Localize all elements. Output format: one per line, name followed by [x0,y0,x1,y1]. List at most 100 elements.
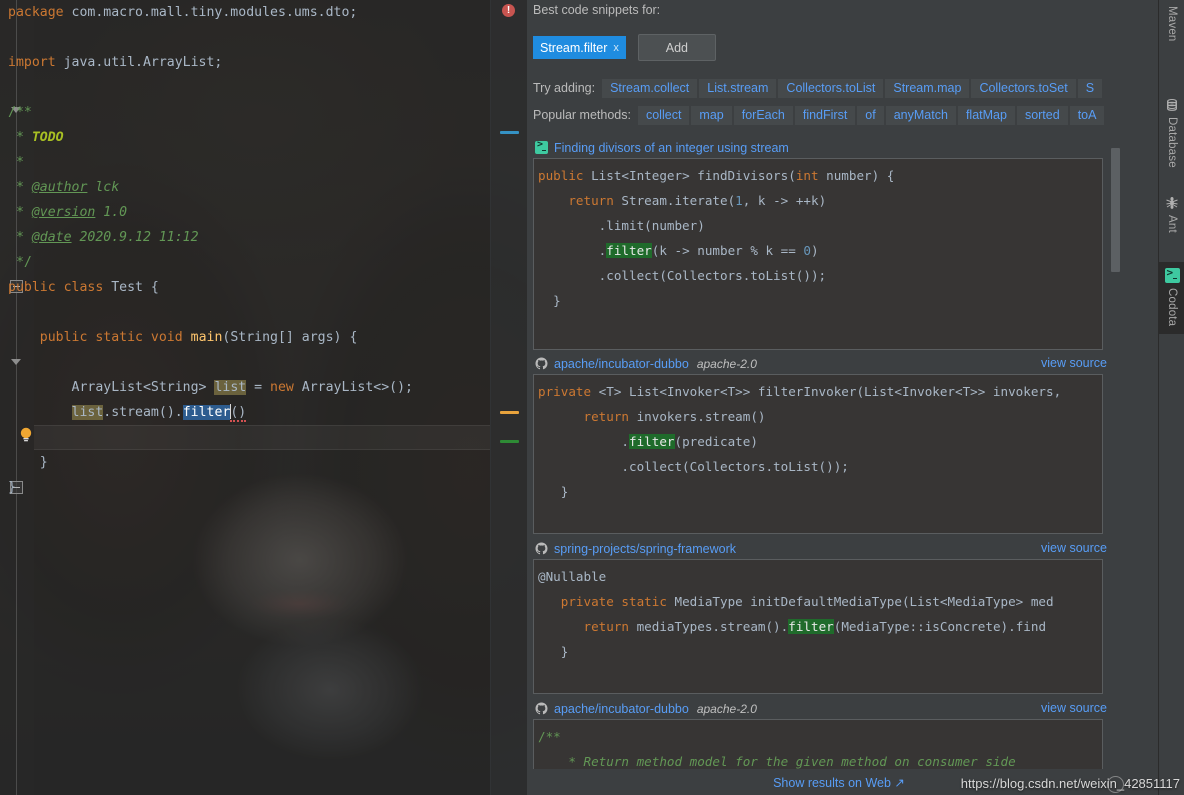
snippet-card-title[interactable]: spring-projects/spring-framework [554,542,736,556]
code-line-12[interactable]: public class Test { [0,275,490,300]
try-adding-item-5[interactable]: S [1077,79,1103,98]
github-icon [535,542,548,555]
popular-method-item-5[interactable]: anyMatch [885,106,956,125]
code-line-4[interactable] [0,75,490,100]
snippet-card[interactable]: apache/incubator-dubbo apache-2.0 view sou… [527,353,1151,534]
code-line-3-token-0: import [8,55,56,70]
error-count-badge[interactable]: ! [502,4,515,17]
tool-tab-database[interactable]: Database [1159,92,1184,176]
code-line-1[interactable]: package com.macro.mall.tiny.modules.ums.… [0,0,490,25]
snippet-card-title[interactable]: Finding divisors of an integer using str… [554,141,789,155]
code-line-5[interactable]: /** [0,100,490,125]
try-adding-item-1[interactable]: List.stream [699,79,777,98]
code-line-17[interactable]: list.stream().filter() [0,400,490,425]
tool-tab-label: Ant [1166,215,1178,233]
snippet-card-title[interactable]: apache/incubator-dubbo [554,702,689,716]
code-line-5-token-0: /** [8,105,32,120]
editor-code-text[interactable]: package com.macro.mall.tiny.modules.ums.… [0,0,490,795]
code-editor[interactable]: package com.macro.mall.tiny.modules.ums.… [0,0,527,795]
tool-tab-ant[interactable]: Ant [1159,190,1184,241]
snippet-card-title[interactable]: apache/incubator-dubbo [554,357,689,371]
snippet-code-block[interactable]: @Nullable private static MediaType initD… [533,559,1103,694]
popular-method-item-4[interactable]: of [857,106,884,125]
popular-method-item-2[interactable]: forEach [733,106,793,125]
snippet-code-block[interactable]: private <T> List<Invoker<T>> filterInvok… [533,374,1103,534]
popular-methods-items: collect map forEach findFirst of anyMatch flat… [637,106,1106,125]
snippet1-line1-token-1: <T> List<Invoker<T>> filterInvoker(List<… [591,384,1062,399]
tool-tab-maven[interactable]: Maven [1159,0,1184,50]
popular-method-item-8[interactable]: toA [1069,106,1105,125]
code-line-6[interactable]: * TODO [0,125,490,150]
code-line-11[interactable]: */ [0,250,490,275]
snippet0-line2-token-2: Stream.iterate( [613,193,736,208]
marker-added[interactable] [500,440,519,443]
chip-close-icon[interactable]: x [613,42,619,54]
code-line-14[interactable]: public static void main(String[] args) { [0,325,490,350]
code-line-10-token-0: * [8,230,32,245]
code-line-18[interactable] [0,425,490,450]
query-chip-stream-filter[interactable]: Stream.filter x [533,36,626,59]
editor-marker-strip[interactable]: ! [490,0,527,795]
code-line-20-token-0: } [8,480,16,495]
try-adding-item-3[interactable]: Stream.map [885,79,970,98]
try-adding-item-0[interactable]: Stream.collect [602,79,698,98]
snippet-code-line-2: return invokers.stream() [534,404,1102,429]
popular-method-item-6[interactable]: flatMap [957,106,1015,125]
marker-blue[interactable] [500,131,519,134]
code-line-16-token-4: ArrayList<>(); [293,380,413,395]
panel-scrollbar-thumb[interactable] [1111,148,1120,272]
code-line-16-token-1: list [214,380,247,395]
view-source-link[interactable]: view source [1041,701,1107,715]
popular-method-item-7[interactable]: sorted [1016,106,1068,125]
snippet-card[interactable]: spring-projects/spring-framework view sou… [527,538,1151,694]
code-line-19[interactable]: } [0,450,490,475]
snippet-code-block[interactable]: public List<Integer> findDivisors(int nu… [533,158,1103,350]
snippet-code-line-4: .filter(k -> number % k == 0) [534,238,1102,263]
code-line-17-token-3: filter [182,405,231,420]
popular-method-item-0[interactable]: collect [637,106,690,125]
snippet-code-line-1: private <T> List<Invoker<T>> filterInvok… [534,379,1102,404]
right-tool-window-strip[interactable]: Maven Database Ant Codota [1158,0,1184,795]
code-line-8-token-2: lck [87,180,120,195]
snippet0-line5-token-0: .collect(Collectors.toList()); [538,268,827,283]
add-button[interactable]: Add [637,34,716,61]
code-line-9[interactable]: * @version 1.0 [0,200,490,225]
code-line-19-token-0: } [8,455,48,470]
snippet0-line1-token-3: number) { [818,168,895,183]
snippet1-line2-token-0 [538,409,584,424]
tool-tab-codota[interactable]: Codota [1159,262,1184,335]
code-line-2[interactable] [0,25,490,50]
snippet-code-line-3: return mediaTypes.stream().filter(MediaT… [534,614,1102,639]
snippet2-line2-token-1: private static [560,594,667,609]
code-line-10-token-2: 2020.9.12 11:12 [71,230,199,245]
marker-warning[interactable] [500,411,519,414]
tool-tab-label: Database [1166,117,1178,168]
snippet0-line2-token-0 [538,193,568,208]
code-line-13[interactable] [0,300,490,325]
chip-label: Stream.filter [540,40,608,55]
snippet2-line4-token-0: } [538,644,569,659]
snippet-card[interactable]: Finding divisors of an integer using str… [527,137,1151,350]
view-source-link[interactable]: view source [1041,356,1107,370]
try-adding-item-4[interactable]: Collectors.toSet [971,79,1076,98]
try-adding-items: Stream.collect List.stream Collectors.toLi… [602,79,1104,98]
github-icon [535,357,548,370]
popular-method-item-3[interactable]: findFirst [794,106,856,125]
snippet1-line3-token-1: filter [629,434,675,449]
codota-snippets-panel[interactable]: Best code snippets for: Stream.filter x … [527,0,1151,795]
popular-method-item-1[interactable]: map [691,106,732,125]
snippet1-line1-token-0: private [538,384,592,399]
code-line-3[interactable]: import java.util.ArrayList; [0,50,490,75]
code-line-16[interactable]: ArrayList<String> list = new ArrayList<>… [0,375,490,400]
code-line-15[interactable] [0,350,490,375]
code-line-20[interactable]: } [0,475,490,500]
snippet0-line2-token-4: , k -> ++k) [742,193,827,208]
code-line-8[interactable]: * @author lck [0,175,490,200]
code-line-10[interactable]: * @date 2020.9.12 11:12 [0,225,490,250]
code-line-7[interactable]: * [0,150,490,175]
code-line-9-token-2: 1.0 [95,205,128,220]
try-adding-item-2[interactable]: Collectors.toList [778,79,884,98]
view-source-link[interactable]: view source [1041,541,1107,555]
show-results-on-web-link[interactable]: Show results on Web ↗ [773,775,905,790]
codota-icon [1164,266,1180,283]
